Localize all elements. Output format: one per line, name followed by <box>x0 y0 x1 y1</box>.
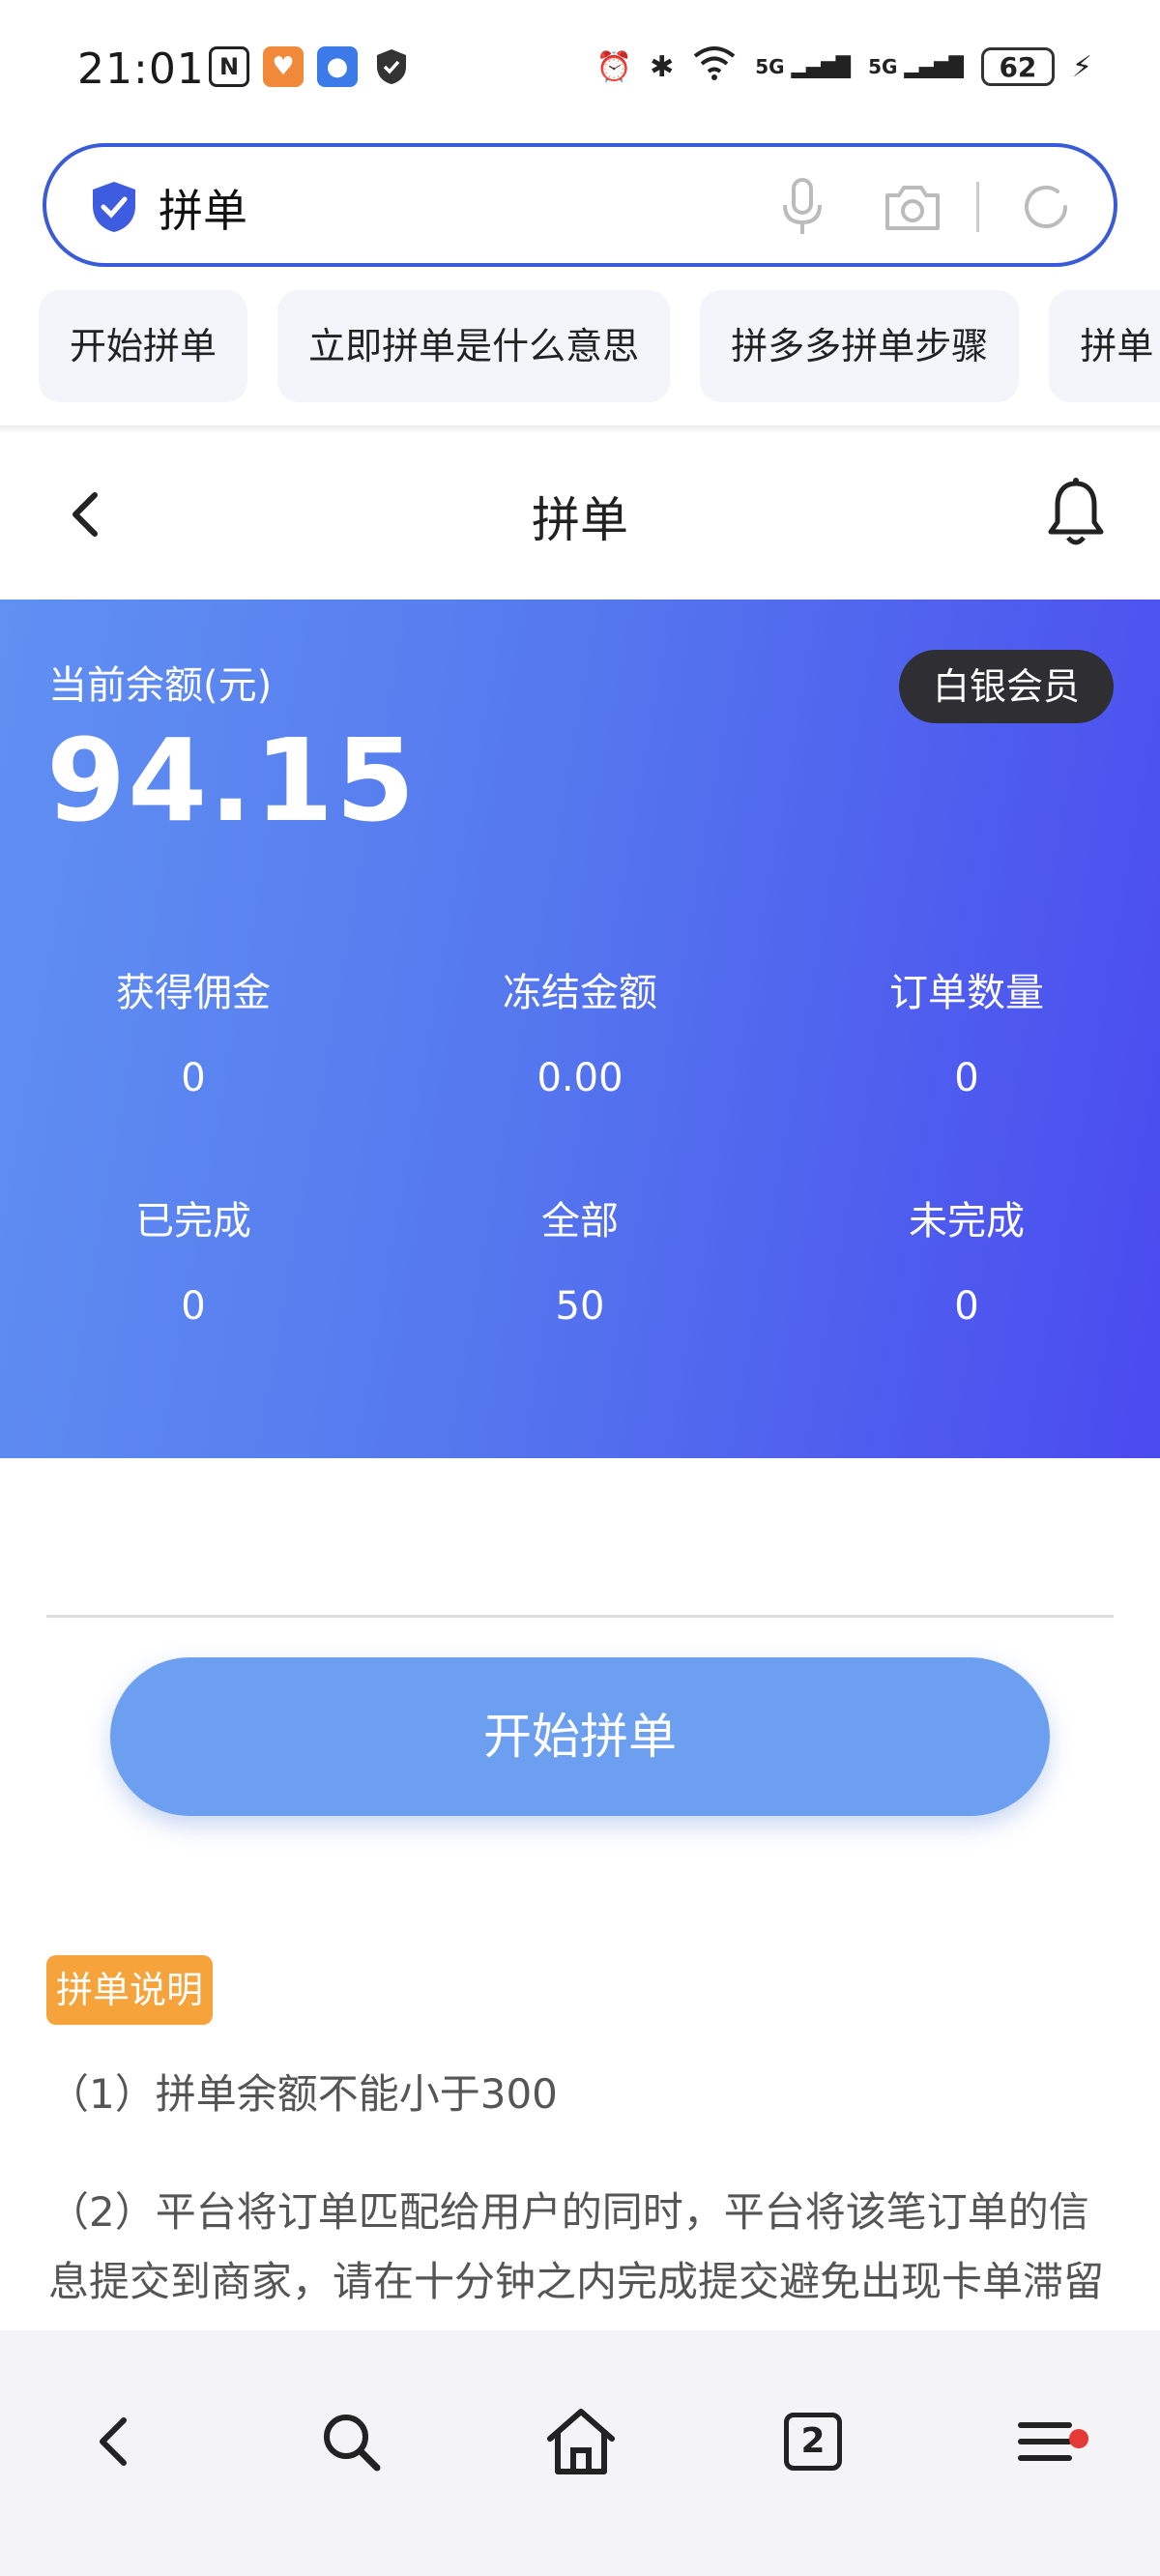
microphone-icon[interactable] <box>773 176 831 238</box>
back-icon <box>100 2417 127 2466</box>
instructions-tag: 拼单说明 <box>46 1955 214 2025</box>
stat-value: 0.00 <box>536 1056 624 1100</box>
account-panel: 当前余额(元) 94.15 白银会员 获得佣金 0 冻结金额 0.00 订单数量… <box>0 600 1160 1458</box>
notification-icons: N ♥ ● <box>209 46 412 87</box>
member-level-badge[interactable]: 白银会员 <box>899 650 1114 723</box>
stat-order-count[interactable]: 订单数量 0 <box>773 961 1160 1100</box>
refresh-icon[interactable] <box>1019 180 1073 234</box>
stat-completed[interactable]: 已完成 0 <box>0 1189 387 1329</box>
search-bar[interactable]: 拼单 <box>43 143 1117 267</box>
nav-tabs-button[interactable]: 2 <box>769 2398 856 2485</box>
menu-notification-dot <box>1069 2429 1088 2448</box>
search-suggestions: 开始拼单 立即拼单是什么意思 拼多多拼单步骤 拼单 <box>39 290 1160 404</box>
stat-value: 50 <box>555 1284 605 1329</box>
suggestion-chip[interactable]: 立即拼单是什么意思 <box>277 290 671 402</box>
balance-label: 当前余额(元) <box>48 663 273 708</box>
stat-label: 全部 <box>541 1199 619 1244</box>
nfc-icon: N <box>209 46 249 87</box>
security-shield-icon <box>93 182 135 232</box>
stat-all[interactable]: 全部 50 <box>387 1189 773 1329</box>
search-icon <box>324 2415 381 2472</box>
home-icon <box>547 2409 615 2474</box>
search-divider <box>976 182 979 232</box>
page-header: 拼单 <box>0 433 1160 600</box>
stat-value: 0 <box>181 1284 206 1329</box>
instruction-line-1: （1）拼单余额不能小于300 <box>48 2070 558 2118</box>
stat-commission[interactable]: 获得佣金 0 <box>0 961 387 1100</box>
bluetooth-icon: ✱ <box>650 49 675 84</box>
balance-value: 94.15 <box>46 714 418 847</box>
shield-status-icon <box>371 46 412 87</box>
stat-value: 0 <box>181 1056 206 1100</box>
suggestion-chip[interactable]: 拼单 <box>1049 290 1160 402</box>
stat-label: 已完成 <box>135 1199 251 1244</box>
stat-value: 0 <box>954 1284 979 1329</box>
status-time: 21:01 <box>77 44 205 94</box>
battery-indicator: 62 <box>980 47 1055 86</box>
status-bar: 21:01 N ♥ ● ⏰ ✱ 5G ▂▄▆█ 5G ▂▄▆█ 62 ⚡ <box>0 0 1160 135</box>
stat-frozen-amount[interactable]: 冻结金额 0.00 <box>387 961 773 1100</box>
stat-incomplete[interactable]: 未完成 0 <box>773 1189 1160 1329</box>
stat-label: 订单数量 <box>889 971 1044 1015</box>
signal-5g-icon-2: 5G ▂▄▆█ <box>868 55 964 78</box>
charging-icon: ⚡ <box>1071 49 1092 84</box>
page-title: 拼单 <box>532 492 628 548</box>
search-input[interactable]: 拼单 <box>159 176 247 240</box>
bell-icon[interactable] <box>1044 476 1108 549</box>
camera-icon[interactable] <box>882 180 943 234</box>
wifi-icon <box>691 44 738 89</box>
menu-icon <box>1018 2422 1072 2461</box>
tab-count: 2 <box>784 2413 842 2471</box>
divider <box>46 1615 1114 1618</box>
stat-value: 0 <box>954 1056 979 1100</box>
stat-label: 获得佣金 <box>116 971 271 1015</box>
system-icons: ⏰ ✱ 5G ▂▄▆█ 5G ▂▄▆█ 62 ⚡ <box>596 44 1092 89</box>
stat-label: 未完成 <box>909 1199 1025 1244</box>
header-shadow <box>0 425 1160 433</box>
browser-bottom-nav: 2 <box>0 2330 1160 2576</box>
nav-search-button[interactable] <box>307 2398 394 2485</box>
nav-home-button[interactable] <box>537 2398 624 2485</box>
start-group-order-button[interactable]: 开始拼单 <box>110 1657 1050 1816</box>
app-notification-icon: ♥ <box>263 46 304 87</box>
alarm-icon: ⏰ <box>595 49 633 84</box>
stat-label: 冻结金额 <box>503 971 657 1015</box>
bear-app-icon: ● <box>317 46 358 87</box>
suggestion-chip[interactable]: 拼多多拼单步骤 <box>700 290 1020 402</box>
signal-5g-icon: 5G ▂▄▆█ <box>755 55 852 78</box>
nav-back-button[interactable] <box>70 2398 157 2485</box>
suggestion-chip[interactable]: 开始拼单 <box>39 290 248 402</box>
